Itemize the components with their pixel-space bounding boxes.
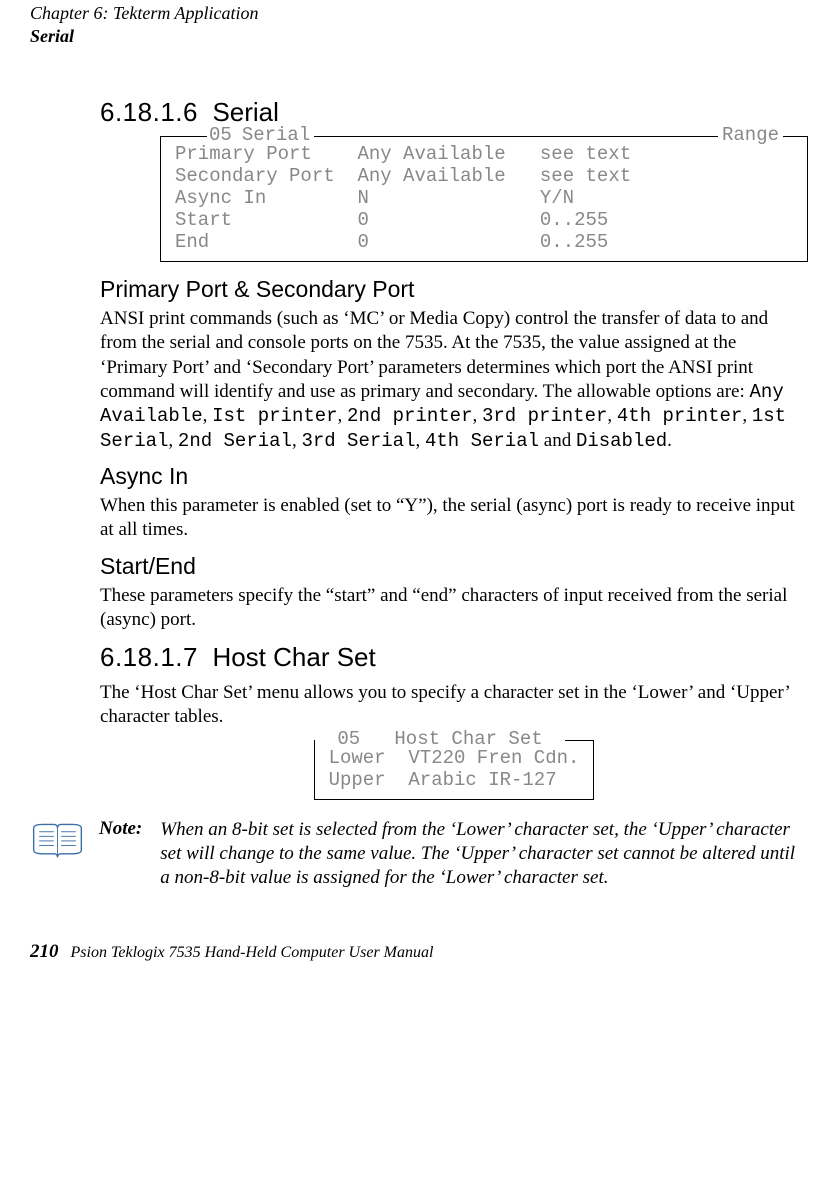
serial-row-secondary: Secondary Port Any Available see text <box>175 165 793 187</box>
page-footer: 210 Psion Teklogix 7535 Hand-Held Compute… <box>30 941 808 963</box>
host-char-box: 05 Host Char Set Lower VT220 Fren Cdn. U… <box>314 740 595 800</box>
box-legend-range: Range <box>718 124 783 146</box>
primary-port-body: ANSI print commands (such as ‘MC’ or Med… <box>100 307 808 453</box>
host-row-upper: Upper Arabic IR-127 <box>329 769 580 791</box>
page-number: 210 <box>30 941 59 962</box>
section-header: Serial <box>30 26 808 47</box>
note-label: Note: <box>99 818 142 840</box>
book-icon <box>30 820 85 865</box>
chapter-header: Chapter 6: Tekterm Application <box>30 0 808 24</box>
host-row-lower: Lower VT220 Fren Cdn. <box>329 747 580 769</box>
start-end-body: These parameters specify the “start” and… <box>100 584 808 633</box>
serial-row-primary: Primary Port Any Available see text <box>175 143 793 165</box>
async-in-heading: Async In <box>100 463 808 490</box>
section-number: 6.18.1.6 <box>100 97 198 127</box>
box-legend-num: 05 <box>207 124 234 146</box>
serial-row-start: Start 0 0..255 <box>175 209 793 231</box>
section-title: Host Char Set <box>212 642 375 672</box>
section-6-18-1-7-heading: 6.18.1.7 Host Char Set <box>100 642 808 673</box>
start-end-heading: Start/End <box>100 553 808 580</box>
host-char-intro: The ‘Host Char Set’ menu allows you to s… <box>100 681 808 730</box>
note-body: When an 8-bit set is selected from the ‘… <box>160 818 808 891</box>
box-legend-title: Serial <box>242 124 314 146</box>
box-legend-num: 05 <box>337 728 360 750</box>
serial-settings-box: 05 Serial Range Primary Port Any Availab… <box>160 136 808 262</box>
async-in-body: When this parameter is enabled (set to “… <box>100 494 808 543</box>
box-legend-title: Host Char Set <box>394 728 542 750</box>
serial-row-end: End 0 0..255 <box>175 231 793 253</box>
section-number: 6.18.1.7 <box>100 642 198 672</box>
primary-port-heading: Primary Port & Secondary Port <box>100 276 808 303</box>
manual-title: Psion Teklogix 7535 Hand-Held Computer U… <box>71 944 434 961</box>
section-title: Serial <box>212 97 278 127</box>
serial-row-async: Async In N Y/N <box>175 187 793 209</box>
